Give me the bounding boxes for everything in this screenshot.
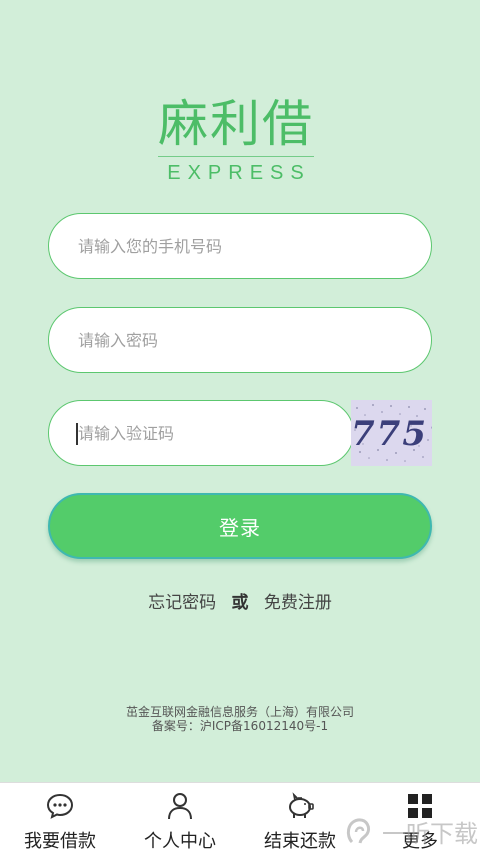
logo-divider — [158, 156, 314, 157]
person-icon — [165, 791, 195, 821]
phone-field[interactable] — [48, 213, 432, 279]
captcha-image[interactable]: 7757 — [351, 400, 432, 466]
chat-bubble-icon — [45, 791, 75, 821]
piggy-bank-icon — [285, 791, 315, 821]
login-button[interactable]: 登录 — [48, 493, 432, 559]
password-input[interactable] — [78, 330, 431, 350]
tab-profile-label: 个人中心 — [144, 831, 216, 852]
tab-borrow-label: 我要借款 — [24, 831, 96, 852]
auth-links: 忘记密码 或 免费注册 — [0, 588, 480, 613]
ear-logo-icon — [342, 814, 376, 848]
logo-chinese: 麻利借 — [158, 95, 314, 153]
or-separator: 或 — [231, 593, 249, 613]
logo-english: EXPRESS — [167, 162, 311, 184]
download-watermark: 一听下载 — [342, 812, 478, 850]
watermark-text: 一听下载 — [382, 819, 478, 848]
password-field[interactable] — [48, 307, 432, 373]
captcha-field[interactable] — [48, 400, 354, 466]
tab-borrow[interactable]: 我要借款 — [0, 783, 120, 853]
company-name: 茁金互联网金融信息服务（上海）有限公司 — [125, 705, 354, 719]
captcha-input[interactable] — [78, 423, 353, 443]
login-screen: 麻利借 EXPRESS 7757 登录 忘记 — [0, 0, 480, 782]
tab-profile[interactable]: 个人中心 — [120, 783, 240, 853]
company-info: 茁金互联网金融信息服务（上海）有限公司 备案号：沪ICP备16012140号-1 — [0, 705, 480, 733]
icp-number: 备案号：沪ICP备16012140号-1 — [151, 719, 329, 733]
captcha-text: 7757 — [351, 414, 432, 454]
app-logo: 麻利借 EXPRESS — [158, 94, 314, 185]
tab-repay-label: 结束还款 — [264, 831, 336, 852]
text-cursor — [76, 423, 78, 445]
forgot-password-link[interactable]: 忘记密码 — [148, 588, 216, 613]
register-link[interactable]: 免费注册 — [264, 588, 332, 613]
phone-input[interactable] — [78, 236, 431, 256]
